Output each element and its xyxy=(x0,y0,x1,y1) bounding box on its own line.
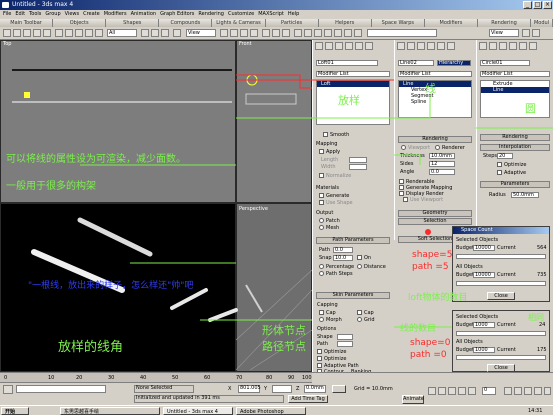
y-label: Y xyxy=(264,386,268,392)
maximize-viewport-icon[interactable] xyxy=(544,387,551,395)
tick-90: 90 xyxy=(288,375,295,381)
prompt-line: Initialized and updated in 391 ms xyxy=(134,395,284,403)
annotation-gou-jia: 一般用于很多的构架 xyxy=(6,181,96,192)
lock-selection-icon[interactable] xyxy=(332,385,346,393)
start-button[interactable]: 开始 xyxy=(1,407,29,415)
red-annotation-line xyxy=(236,74,312,89)
annotation-path5: path =5 xyxy=(412,262,449,272)
annotation-line-count: 线的数目 xyxy=(400,324,437,334)
tick-20: 20 xyxy=(76,375,83,381)
taskbar: 开始 东男思越喜手绘 Untitled - 3ds max 4 Adobe Ph… xyxy=(0,405,553,415)
tick-100: 100 xyxy=(302,375,312,381)
x-label: X xyxy=(228,386,232,392)
tick-40: 40 xyxy=(140,375,147,381)
zoom-icon[interactable] xyxy=(504,387,512,395)
annotation-render-note: 可以将线的属性设为可渲染，减少面数。 xyxy=(6,154,186,165)
annotation-fangyang: 放样 xyxy=(338,94,360,107)
z-coord-field[interactable]: 0.0mm xyxy=(304,385,326,393)
maxscript-listener-icon[interactable] xyxy=(3,385,13,394)
prev-frame-icon[interactable] xyxy=(438,387,446,395)
tick-0: 0 xyxy=(4,375,8,381)
taskbar-item-1[interactable]: 东男思越喜手绘 xyxy=(60,407,160,415)
go-to-start-icon[interactable] xyxy=(428,387,436,395)
tick-80: 80 xyxy=(266,375,273,381)
go-to-end-icon[interactable] xyxy=(468,387,476,395)
tick-70: 70 xyxy=(236,375,243,381)
green-annotation-line xyxy=(236,96,431,119)
taskbar-item-3[interactable]: Adobe Photoshop xyxy=(236,407,306,415)
next-frame-icon[interactable] xyxy=(458,387,466,395)
red-marker xyxy=(425,229,431,235)
tick-10: 10 xyxy=(48,375,55,381)
add-time-tag-button[interactable]: Add Time Tag xyxy=(288,395,328,403)
annotation-xian: 线 xyxy=(425,82,436,95)
grid-readout: Grid = 10.0mm xyxy=(354,386,393,392)
tick-50: 50 xyxy=(172,375,179,381)
clock: 14:31 xyxy=(528,408,543,414)
z-label: Z xyxy=(296,386,300,392)
annotation-shape-node: 形体节点 xyxy=(262,324,306,337)
annotation-shape5: shape=5 xyxy=(412,250,453,260)
play-icon[interactable] xyxy=(448,387,456,395)
pan-icon[interactable] xyxy=(524,387,532,395)
status-area: 0 10 20 30 40 50 60 70 80 90 100 None Se… xyxy=(0,372,553,405)
annotation-corner: 放样的线角 xyxy=(58,340,124,355)
current-frame-field[interactable]: 0 xyxy=(482,387,496,395)
zoom-all-icon[interactable] xyxy=(514,387,522,395)
selection-status: None Selected xyxy=(134,385,194,393)
annotation-path0: path =0 xyxy=(410,350,447,360)
time-ruler[interactable]: 0 10 20 30 40 50 60 70 80 90 100 xyxy=(0,373,312,383)
taskbar-item-2[interactable]: Untitled - 3ds max 4 xyxy=(163,407,233,415)
annotation-path-node: 路径节点 xyxy=(262,340,306,353)
annotation-loft-count: loft物体的数目 xyxy=(408,293,468,303)
annotation-xiangtong: 相同 xyxy=(528,313,544,322)
annotation-yuan: 圆 xyxy=(525,102,536,115)
annotation-shape0: shape=0 xyxy=(410,338,451,348)
green-annotation-line-5 xyxy=(394,154,421,165)
arc-rotate-icon[interactable] xyxy=(534,387,542,395)
animate-button[interactable]: Animate xyxy=(402,395,424,404)
tick-60: 60 xyxy=(204,375,211,381)
maxscript-mini-listener[interactable] xyxy=(16,385,106,393)
x-coord-field[interactable]: 801.005 xyxy=(238,385,261,393)
annotation-loft-note: "一根线，放出来的样子，怎么样还"帅"吧 xyxy=(28,281,194,291)
y-coord-field[interactable] xyxy=(272,385,292,393)
tick-30: 30 xyxy=(108,375,115,381)
